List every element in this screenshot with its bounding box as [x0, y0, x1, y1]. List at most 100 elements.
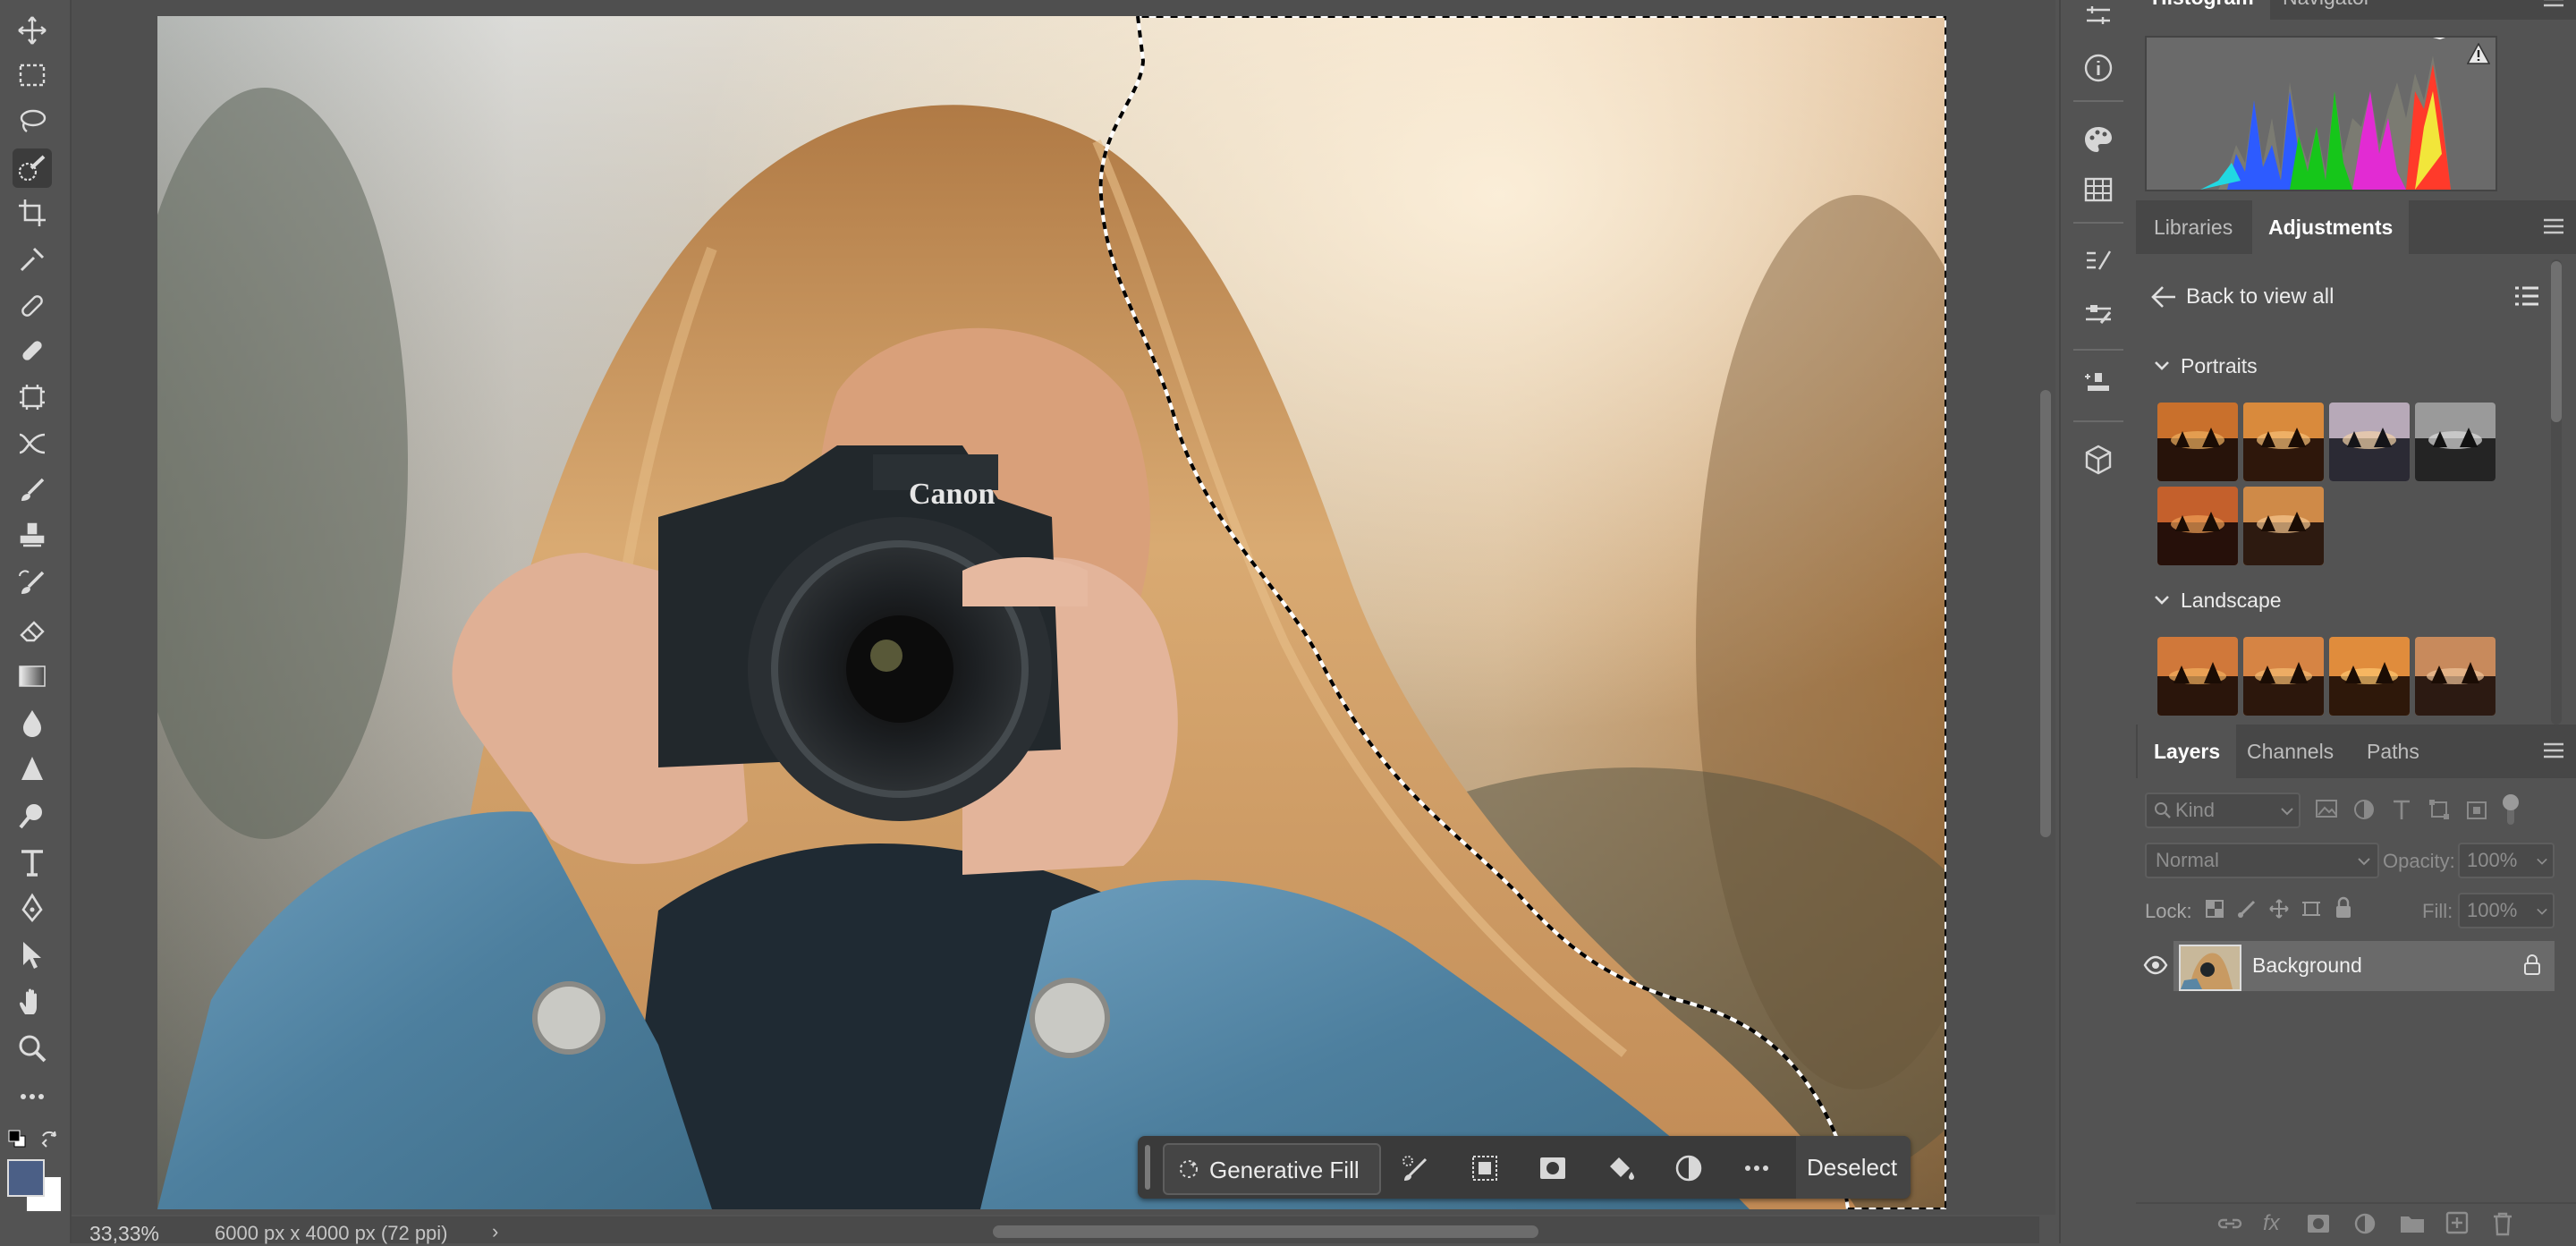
delete-layer-trash-icon[interactable]	[2492, 1211, 2513, 1236]
tab-histogram[interactable]: Histogram	[2136, 0, 2270, 20]
zoom-level[interactable]: 33,33%	[89, 1222, 159, 1246]
foreground-color-swatch[interactable]	[7, 1159, 45, 1197]
spot-healing-tool-icon[interactable]	[13, 286, 52, 326]
fill-selection-icon[interactable]	[1601, 1149, 1640, 1188]
default-colors-icon[interactable]	[7, 1129, 27, 1149]
brush-tool-icon[interactable]	[13, 470, 52, 510]
quick-selection-tool-icon[interactable]	[13, 148, 52, 188]
marquee-tool-icon[interactable]	[13, 55, 52, 95]
blur-tool-icon[interactable]	[13, 703, 52, 742]
adjustments-scrollbar-thumb[interactable]	[2551, 261, 2562, 422]
info-icon[interactable]	[2077, 47, 2120, 89]
properties-icon[interactable]	[2077, 0, 2120, 38]
filter-smart-object-icon[interactable]	[2465, 798, 2488, 821]
warning-icon[interactable]	[2467, 43, 2490, 64]
adjustment-layer-icon[interactable]	[1669, 1149, 1708, 1188]
portrait-preset-3[interactable]	[2329, 403, 2410, 481]
brushes-icon[interactable]	[2077, 240, 2120, 283]
add-mask-icon[interactable]	[2306, 1213, 2331, 1234]
taskbar-drag-handle[interactable]	[1145, 1145, 1150, 1190]
fill-field[interactable]: 100%	[2458, 893, 2555, 928]
type-tool-icon[interactable]	[13, 843, 52, 882]
portraits-section-header[interactable]: Portraits	[2154, 354, 2333, 381]
gradient-tool-icon[interactable]	[13, 657, 52, 696]
layer-name[interactable]: Background	[2252, 954, 2362, 978]
brush-settings-icon[interactable]	[2077, 293, 2120, 336]
move-tool-icon[interactable]	[13, 11, 52, 50]
link-layers-icon[interactable]	[2216, 1213, 2243, 1234]
modify-selection-brush-icon[interactable]	[1397, 1149, 1436, 1188]
filter-toggle[interactable]	[2501, 794, 2521, 825]
vertical-scrollbar-thumb[interactable]	[2040, 390, 2051, 837]
layer-filter-kind-select[interactable]: Kind	[2145, 793, 2301, 828]
portrait-preset-4[interactable]	[2415, 403, 2496, 481]
history-brush-tool-icon[interactable]	[13, 564, 52, 603]
filter-adjustment-icon[interactable]	[2352, 798, 2376, 821]
status-chevron-icon[interactable]: ›	[492, 1220, 498, 1243]
filter-shape-icon[interactable]	[2428, 798, 2451, 821]
landscape-preset-3[interactable]	[2329, 637, 2410, 716]
clone-stamp-tool-icon[interactable]	[13, 517, 52, 556]
color-palette-icon[interactable]	[2077, 118, 2120, 161]
document-info[interactable]: 6000 px x 4000 px (72 ppi)	[215, 1222, 448, 1245]
tab-libraries[interactable]: Libraries	[2138, 200, 2249, 254]
blend-mode-select[interactable]: Normal	[2145, 843, 2379, 878]
panel-menu-icon[interactable]	[2544, 218, 2563, 234]
tab-channels[interactable]: Channels	[2231, 725, 2350, 778]
lasso-tool-icon[interactable]	[13, 102, 52, 141]
portrait-preset-2[interactable]	[2243, 403, 2324, 481]
more-tools-icon[interactable]	[13, 1077, 52, 1116]
landscape-preset-2[interactable]	[2243, 637, 2324, 716]
landscape-section-header[interactable]: Landscape	[2154, 589, 2333, 615]
new-layer-icon[interactable]	[2445, 1211, 2469, 1234]
tab-adjustments[interactable]: Adjustments	[2252, 200, 2410, 254]
tab-paths[interactable]: Paths	[2351, 725, 2436, 778]
lock-transparent-pixels-icon[interactable]	[2204, 898, 2225, 920]
new-adjustment-layer-icon[interactable]	[2352, 1211, 2377, 1236]
more-options-icon[interactable]	[1737, 1149, 1776, 1188]
panel-menu-icon[interactable]	[2544, 0, 2563, 7]
crop-tool-icon[interactable]	[13, 193, 52, 233]
zoom-tool-icon[interactable]	[13, 1029, 52, 1068]
lock-all-icon[interactable]	[2333, 896, 2354, 920]
opacity-field[interactable]: 100%	[2458, 843, 2555, 878]
tab-navigator[interactable]: Navigator	[2267, 0, 2386, 20]
dodge-tool-icon[interactable]	[13, 750, 52, 789]
clone-source-icon[interactable]	[2077, 365, 2120, 408]
layer-visibility-toggle[interactable]	[2136, 937, 2172, 993]
landscape-preset-1[interactable]	[2157, 637, 2238, 716]
path-selection-tool-icon[interactable]	[13, 936, 52, 975]
3d-cube-icon[interactable]	[2077, 438, 2120, 481]
lock-position-icon[interactable]	[2268, 898, 2290, 920]
back-to-view-all-link[interactable]: Back to view all	[2150, 281, 2419, 313]
swatches-grid-icon[interactable]	[2077, 168, 2120, 211]
layer-row-background[interactable]: Background	[2174, 941, 2555, 991]
list-view-icon[interactable]	[2513, 283, 2540, 309]
eyedropper-tool-icon[interactable]	[13, 240, 52, 279]
tab-layers[interactable]: Layers	[2138, 725, 2237, 778]
create-mask-icon[interactable]	[1533, 1149, 1572, 1188]
portrait-preset-5[interactable]	[2157, 487, 2238, 565]
new-group-folder-icon[interactable]	[2399, 1213, 2426, 1234]
panel-menu-icon[interactable]	[2544, 742, 2563, 759]
layer-style-fx-icon[interactable]: fx	[2263, 1211, 2280, 1236]
eraser-tool-icon[interactable]	[13, 610, 52, 649]
warp-tool-icon[interactable]	[13, 424, 52, 463]
lock-image-pixels-icon[interactable]	[2236, 898, 2258, 920]
lock-artboard-icon[interactable]	[2301, 898, 2322, 920]
document-canvas[interactable]: Canon	[157, 16, 1946, 1209]
remove-tool-icon[interactable]	[13, 377, 52, 417]
filter-type-icon[interactable]	[2390, 798, 2413, 821]
generative-fill-button[interactable]: Generative Fill	[1163, 1143, 1381, 1195]
invert-selection-icon[interactable]	[1465, 1149, 1504, 1188]
swap-colors-icon[interactable]	[39, 1129, 61, 1150]
sponge-tool-icon[interactable]	[13, 796, 52, 835]
portrait-preset-1[interactable]	[2157, 403, 2238, 481]
portrait-preset-6[interactable]	[2243, 487, 2324, 565]
horizontal-scrollbar-thumb[interactable]	[993, 1225, 1538, 1238]
layer-lock-icon[interactable]	[2522, 954, 2542, 977]
pen-tool-icon[interactable]	[13, 889, 52, 928]
healing-brush-tool-icon[interactable]	[13, 331, 52, 370]
deselect-button[interactable]: Deselect	[1796, 1136, 1911, 1199]
filter-pixel-icon[interactable]	[2315, 798, 2338, 819]
